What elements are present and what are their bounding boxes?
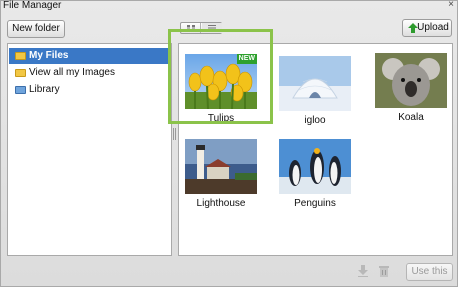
selected-file-highlight	[168, 29, 273, 124]
file-tile-lighthouse[interactable]: Lighthouse	[185, 139, 257, 209]
panel-splitter-handle[interactable]	[173, 128, 176, 140]
file-name: Koala	[398, 112, 424, 123]
library-folder-icon	[15, 86, 26, 94]
close-icon[interactable]: ×	[448, 0, 454, 10]
file-tile-igloo[interactable]: igloo	[279, 56, 351, 126]
sidebar-item-library[interactable]: Library	[9, 82, 171, 98]
igloo-thumbnail	[279, 56, 351, 111]
lighthouse-thumbnail	[185, 139, 257, 194]
sidebar-item-view-all-images[interactable]: View all my Images	[9, 65, 171, 81]
folder-icon	[15, 69, 26, 77]
title-bar: File Manager ×	[1, 0, 457, 13]
koala-thumbnail	[375, 53, 447, 108]
sidebar-item-my-files[interactable]: My Files	[9, 48, 171, 64]
file-name: Lighthouse	[196, 198, 246, 209]
file-name: igloo	[304, 115, 326, 126]
file-manager-window: File Manager × New folder Upload My File…	[0, 0, 458, 287]
file-tile-penguins[interactable]: Penguins	[279, 139, 351, 209]
folder-sidebar: My Files View all my Images Library	[7, 43, 172, 256]
upload-label: Upload	[417, 22, 449, 33]
sidebar-item-label: View all my Images	[29, 67, 115, 78]
file-name: Penguins	[294, 198, 336, 209]
use-this-button[interactable]: Use this	[406, 263, 453, 281]
sidebar-item-label: My Files	[29, 50, 69, 61]
file-tile-koala[interactable]: Koala	[375, 53, 447, 123]
sidebar-item-label: Library	[29, 84, 60, 95]
trash-icon[interactable]	[378, 265, 390, 277]
download-icon[interactable]	[357, 265, 369, 277]
new-folder-button[interactable]: New folder	[7, 20, 65, 38]
window-title: File Manager	[3, 0, 62, 11]
folder-open-icon	[15, 52, 26, 60]
upload-arrow-icon	[408, 23, 418, 33]
penguins-thumbnail	[279, 139, 351, 194]
upload-button[interactable]: Upload	[402, 19, 452, 37]
